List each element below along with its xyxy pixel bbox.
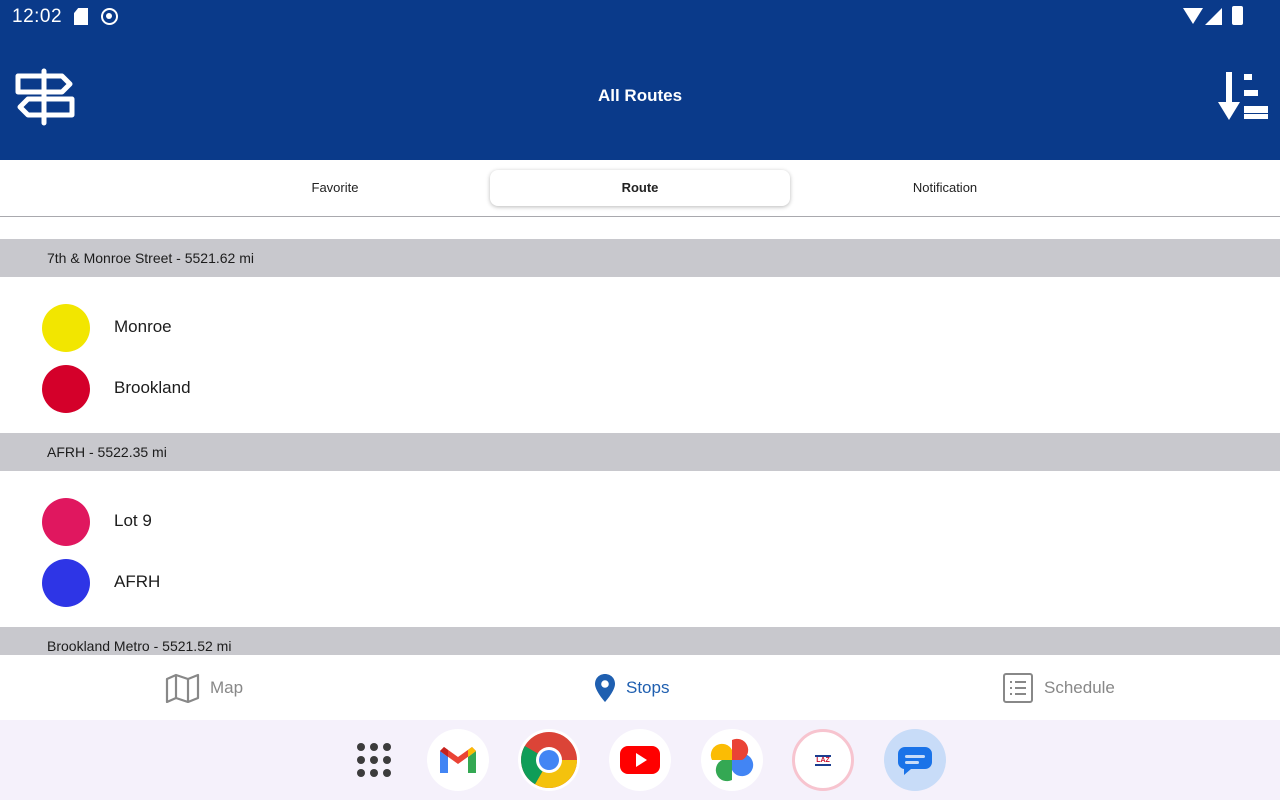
youtube-icon: [620, 746, 660, 774]
stop-header: AFRH - 5522.35 mi: [0, 433, 1280, 471]
route-color-dot: [42, 498, 90, 546]
route-row[interactable]: Lot 9: [0, 492, 1280, 553]
stop-header: 7th & Monroe Street - 5521.62 mi: [0, 239, 1280, 277]
app-dock: LAZ: [0, 720, 1280, 800]
gmail-icon: [440, 747, 476, 773]
photos-app[interactable]: [701, 729, 763, 791]
chrome-icon: [521, 732, 577, 788]
route-row[interactable]: AFRH: [0, 553, 1280, 614]
nav-map-label: Map: [210, 677, 244, 697]
laz-label: LAZ: [815, 754, 831, 766]
stops-list[interactable]: 7th & Monroe Street - 5521.62 mi Monroe …: [0, 217, 1280, 655]
view-tabs: Favorite Route Notification: [0, 160, 1280, 217]
messages-icon: [897, 747, 932, 775]
stop-routes: Lot 9 AFRH: [0, 471, 1280, 627]
route-color-dot: [42, 365, 90, 413]
photos-icon: [710, 738, 754, 782]
route-row[interactable]: Brookland: [0, 359, 1280, 420]
nav-stops-label: Stops: [626, 677, 670, 697]
nav-stops[interactable]: Stops: [594, 655, 669, 720]
schedule-list-icon: [1003, 672, 1033, 703]
signal-icon: [1205, 8, 1222, 25]
messages-app[interactable]: [884, 729, 946, 791]
stop-routes: Monroe Brookland: [0, 277, 1280, 433]
status-time: 12:02: [12, 6, 63, 27]
tab-route[interactable]: Route: [490, 170, 790, 206]
app-drawer-icon: [357, 743, 391, 777]
gmail-app[interactable]: [427, 729, 489, 791]
chrome-app[interactable]: [518, 729, 580, 791]
map-icon: [165, 673, 200, 703]
laz-parking-icon: LAZ: [803, 740, 843, 780]
tab-notification[interactable]: Notification: [795, 170, 1095, 206]
bottom-navigation: Map Stops Schedule: [0, 655, 1280, 720]
route-name: Monroe: [114, 317, 172, 336]
route-name: AFRH: [114, 572, 161, 591]
youtube-app[interactable]: [609, 729, 671, 791]
route-color-dot: [42, 559, 90, 607]
page-title: All Routes: [597, 86, 683, 105]
location-pin-icon: [595, 673, 615, 702]
laz-parking-app[interactable]: LAZ: [792, 729, 854, 791]
route-name: Lot 9: [114, 511, 152, 530]
app-header: 12:02 All Routes: [0, 0, 1280, 160]
list-top-spacer: [0, 217, 1280, 239]
nav-schedule-label: Schedule: [1044, 677, 1115, 697]
sd-card-icon: [74, 8, 88, 25]
route-color-dot: [42, 304, 90, 352]
app-drawer-button[interactable]: [343, 729, 405, 791]
wifi-icon: [1183, 8, 1203, 24]
face-icon: [101, 8, 118, 25]
status-bar: 12:02: [0, 0, 1280, 34]
route-row[interactable]: Monroe: [0, 298, 1280, 359]
route-name: Brookland: [114, 378, 191, 397]
sort-icon[interactable]: [1216, 70, 1270, 122]
nav-schedule[interactable]: Schedule: [1002, 655, 1115, 720]
tab-favorite[interactable]: Favorite: [185, 170, 485, 206]
nav-map[interactable]: Map: [165, 655, 243, 720]
battery-icon: [1232, 6, 1243, 25]
stop-header: Brookland Metro - 5521.52 mi: [0, 627, 1280, 655]
